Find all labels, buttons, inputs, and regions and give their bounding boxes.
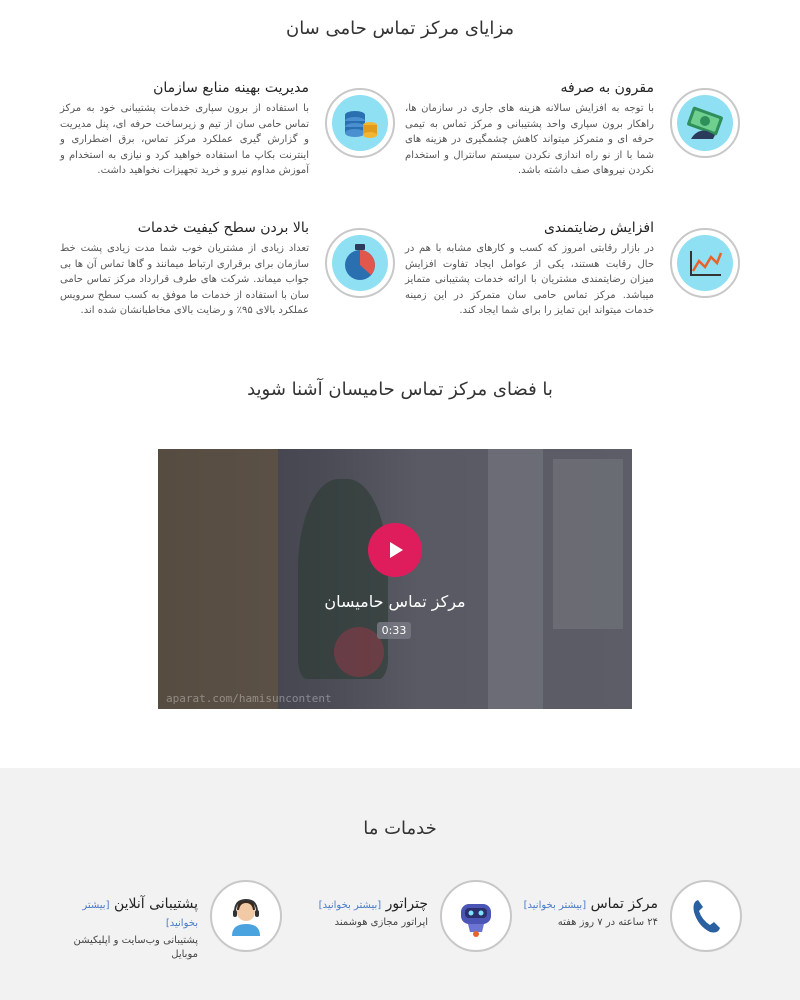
play-button[interactable] bbox=[368, 523, 422, 577]
phone-handset-icon bbox=[670, 880, 742, 952]
service-name-text: پشتیبانی آنلاین bbox=[113, 896, 198, 912]
service-chatbot[interactable]: چتراتور [بیشتر بخوانید] اپراتور مجازی هو… bbox=[300, 880, 512, 960]
feature-body: تعداد زیادی از مشتریان خوب شما مدت زیادی… bbox=[60, 243, 309, 316]
service-name-text: مرکز تماس bbox=[590, 896, 658, 912]
service-desc: ۲۴ ساعته در ۷ روز هفته bbox=[557, 917, 658, 928]
feature-cost-effective: مقرون به صرفه با توجه به افزایش سالانه ه… bbox=[405, 80, 740, 190]
feature-body: با توجه به افزایش سالانه هزینه های جاری … bbox=[405, 103, 654, 176]
feature-title: بالا بردن سطح کیفیت خدمات bbox=[137, 220, 309, 236]
benefits-title: مزایای مرکز تماس حامی سان bbox=[285, 18, 515, 39]
read-more-link[interactable]: [بیشتر بخوانید] bbox=[319, 900, 381, 911]
pie-quality-icon bbox=[325, 228, 395, 298]
feature-resource-management: مدیریت بهینه منابع سازمان با استفاده از … bbox=[60, 80, 395, 190]
feature-body: با استفاده از برون سپاری خدمات پشتیبانی … bbox=[60, 103, 309, 176]
read-more-link[interactable]: [بیشتر بخوانید] bbox=[524, 900, 586, 911]
feature-title: مدیریت بهینه منابع سازمان bbox=[153, 80, 309, 96]
service-name: چتراتور [بیشتر بخوانید] bbox=[319, 896, 428, 912]
play-icon bbox=[390, 542, 403, 558]
support-agent-icon bbox=[210, 880, 282, 952]
feature-title: مقرون به صرفه bbox=[560, 80, 654, 96]
feature-body: در بازار رقابتی امروز که کسب و کارهای مش… bbox=[405, 243, 654, 316]
video-duration-badge: 0:33 bbox=[377, 622, 411, 639]
feature-service-quality: بالا بردن سطح کیفیت خدمات تعداد زیادی از… bbox=[60, 220, 395, 330]
service-desc: پشتیبانی وب‌سایت و اپلیکیشن موبایل bbox=[73, 935, 198, 960]
database-coins-icon bbox=[325, 88, 395, 158]
service-name: مرکز تماس [بیشتر بخوانید] bbox=[524, 896, 658, 912]
video-frame-pillar bbox=[488, 449, 543, 709]
line-chart-icon bbox=[670, 228, 740, 298]
services-title: خدمات ما bbox=[363, 818, 437, 839]
service-contact-center[interactable]: مرکز تماس [بیشتر بخوانید] ۲۴ ساعته در ۷ … bbox=[520, 880, 742, 960]
video-watermark: aparat.com/hamisuncontent bbox=[166, 692, 332, 705]
video-title: مرکز تماس حامیسان bbox=[324, 592, 466, 611]
service-name: پشتیبانی آنلاین [بیشتر بخوانید] bbox=[58, 896, 198, 932]
video-player[interactable]: مرکز تماس حامیسان 0:33 aparat.com/hamisu… bbox=[158, 449, 632, 709]
video-section-title: با فضای مرکز تماس حامیسان آشنا شوید bbox=[247, 379, 553, 400]
robot-icon bbox=[440, 880, 512, 952]
feature-title: افزایش رضایتمندی bbox=[543, 220, 654, 236]
feature-satisfaction: افزایش رضایتمندی در بازار رقابتی امروز ک… bbox=[405, 220, 740, 330]
video-frame-door bbox=[158, 449, 278, 709]
service-desc: اپراتور مجازی هوشمند bbox=[334, 917, 428, 928]
service-name-text: چتراتور bbox=[385, 896, 428, 912]
service-online-support[interactable]: پشتیبانی آنلاین [بیشتر بخوانید] پشتیبانی… bbox=[55, 880, 282, 960]
money-hand-icon bbox=[670, 88, 740, 158]
